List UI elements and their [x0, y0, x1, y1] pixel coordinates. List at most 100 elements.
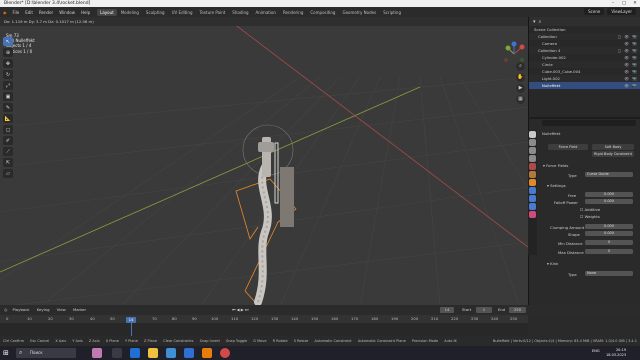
search-icon[interactable]: ⌕ [539, 19, 542, 25]
taskbar-app-icon[interactable] [92, 348, 102, 358]
language-indicator[interactable]: ENG [592, 349, 600, 353]
constraint-tab-icon[interactable] [529, 203, 536, 210]
move-tool-icon[interactable]: ✥ [3, 59, 13, 68]
file-explorer-icon[interactable] [148, 348, 158, 358]
timeline-ruler[interactable]: 0 10 20 30 40 50 70 80 90 100 110 120 13… [0, 315, 528, 323]
tab-sculpting[interactable]: Sculpting [143, 9, 168, 16]
shear-tool-icon[interactable]: ▱ [3, 169, 13, 178]
grid-view-icon[interactable]: ▦ [516, 95, 525, 104]
max-distance-field[interactable]: 0 [585, 249, 633, 254]
tab-geometry-nodes[interactable]: Geometry Nodes [339, 9, 379, 16]
weights-checkbox[interactable]: ☐ Weights [580, 214, 600, 219]
tab-layout[interactable]: Layout [97, 8, 117, 16]
timeline-menu-marker[interactable]: Marker [67, 307, 86, 312]
outliner-row[interactable]: Circle 👁 📷 [529, 61, 640, 68]
scene-tab-icon[interactable] [529, 163, 536, 170]
minimize-icon[interactable]: – [608, 0, 618, 7]
type-dropdown[interactable]: Curve Guide [585, 172, 633, 177]
output-tab-icon[interactable] [529, 147, 536, 154]
clumping-amount-field[interactable]: 0.000 [585, 224, 633, 229]
min-distance-field[interactable]: 0 [585, 240, 633, 245]
outliner-row[interactable]: Collection ◻ 👁 📷 [529, 33, 640, 40]
section-force-fields[interactable]: ▾ Force Fields [543, 163, 568, 168]
scene-selector[interactable]: Scene [584, 8, 605, 15]
timeline-menu-playback[interactable]: Playback [9, 307, 30, 312]
maximize-icon[interactable]: □ [619, 0, 629, 7]
playback-controls[interactable]: ⏮ ◀ ▶ ⏭ [232, 305, 248, 315]
outliner-root[interactable]: Scene Collection [529, 26, 640, 33]
rigid-body-constraint-button[interactable]: Rigid Body Constraint [592, 151, 634, 157]
additive-checkbox[interactable]: ☐ Additive [580, 207, 600, 212]
outliner-row[interactable]: Cylinder.002 👁 📷 [529, 54, 640, 61]
select-tool-icon[interactable]: ↖ [3, 37, 13, 46]
end-frame-field[interactable]: 250 [509, 307, 526, 313]
edge-browser-icon[interactable] [130, 348, 140, 358]
transform-tool-icon[interactable]: ▣ [3, 92, 13, 101]
menu-edit[interactable]: Edit [22, 10, 36, 15]
properties-search[interactable] [542, 120, 636, 126]
knife-tool-icon[interactable]: ⟋ [3, 147, 13, 156]
app-icon[interactable] [220, 348, 230, 358]
start-frame-field[interactable]: 1 [476, 307, 492, 313]
tab-rendering[interactable]: Rendering [280, 9, 306, 16]
data-tab-icon[interactable] [529, 211, 536, 218]
annotate-tool-icon[interactable]: ✎ [3, 103, 13, 112]
tab-animation[interactable]: Animation [253, 9, 279, 16]
section-settings[interactable]: ▾ Settings [547, 183, 566, 188]
menu-help[interactable]: Help [78, 10, 93, 15]
tool-tab-icon[interactable] [529, 131, 536, 138]
tab-shading[interactable]: Shading [229, 9, 251, 16]
taskbar-clock[interactable]: 20:19 18.03.2023 [606, 346, 626, 358]
cursor-tool-icon[interactable]: ⊕ [3, 48, 13, 57]
tab-scripting[interactable]: Scripting [380, 9, 404, 16]
tab-compositing[interactable]: Compositing [307, 9, 338, 16]
blender-taskbar-icon[interactable] [202, 348, 212, 358]
outliner-row[interactable]: Camera 👁 📷 [529, 40, 640, 47]
windows-start-icon[interactable]: ⊞ [3, 349, 11, 357]
outliner-row[interactable]: Cube.003_Cube.004 👁 📷 [529, 68, 640, 75]
menu-render[interactable]: Render [36, 10, 56, 15]
menu-file[interactable]: File [10, 10, 23, 15]
free-field[interactable]: 0.000 [585, 192, 633, 197]
render-tab-icon[interactable] [529, 139, 536, 146]
taskbar-search[interactable]: Поиск [16, 348, 76, 358]
timeline-editor-icon[interactable]: ◷ [0, 307, 7, 312]
current-frame-field[interactable]: 14 [440, 307, 454, 313]
timeline-menu-keying[interactable]: Keying [31, 307, 50, 312]
scale-tool-icon[interactable]: ⤢ [3, 81, 13, 90]
camera-view-icon[interactable]: ▶ [516, 84, 525, 93]
3d-viewport[interactable] [0, 17, 528, 305]
section-kink[interactable]: ▾ Kink [547, 261, 558, 266]
pan-hand-icon[interactable]: ✋ [516, 73, 525, 82]
outliner-row[interactable]: Collection 4 ◻ 👁 📷 [529, 47, 640, 54]
zoom-icon[interactable]: ⌕ [516, 62, 525, 71]
outliner-row-selected[interactable]: Nulleffekt 👁 📷 [529, 82, 640, 89]
shape-field[interactable]: 0.000 [585, 231, 633, 236]
modifier-tab-icon[interactable] [529, 187, 536, 194]
falloff-power-field[interactable]: 0.000 [585, 199, 633, 204]
tab-texture-paint[interactable]: Texture Paint [196, 9, 228, 16]
kink-type-dropdown[interactable]: None [585, 271, 633, 276]
tab-modeling[interactable]: Modeling [118, 9, 142, 16]
blender-logo-icon[interactable]: ◉ [0, 10, 10, 15]
menu-window[interactable]: Window [56, 10, 78, 15]
close-icon[interactable]: ✕ [630, 0, 640, 7]
rotate-tool-icon[interactable]: ↻ [3, 70, 13, 79]
object-tab-icon[interactable] [529, 179, 536, 186]
outliner-row[interactable]: Light.002 👁 📷 [529, 75, 640, 82]
force-field-button[interactable]: Force Field [548, 144, 588, 150]
task-view-icon[interactable] [112, 348, 122, 358]
extrude-tool-icon[interactable]: ⇱ [3, 158, 13, 167]
timeline-menu-view[interactable]: View [51, 307, 66, 312]
filter-icon[interactable]: ▾ [533, 19, 536, 25]
draw-tool-icon[interactable]: ✐ [3, 136, 13, 145]
view-layer-selector[interactable]: ViewLayer [607, 8, 636, 15]
store-icon[interactable] [166, 348, 176, 358]
soft-body-button[interactable]: Soft Body [592, 144, 634, 150]
add-cube-tool-icon[interactable]: ◻ [3, 125, 13, 134]
mail-icon[interactable] [184, 348, 194, 358]
tab-uv-editing[interactable]: UV Editing [169, 9, 196, 16]
view-layer-tab-icon[interactable] [529, 155, 536, 162]
world-tab-icon[interactable] [529, 171, 536, 178]
physics-tab-icon[interactable] [529, 195, 536, 202]
